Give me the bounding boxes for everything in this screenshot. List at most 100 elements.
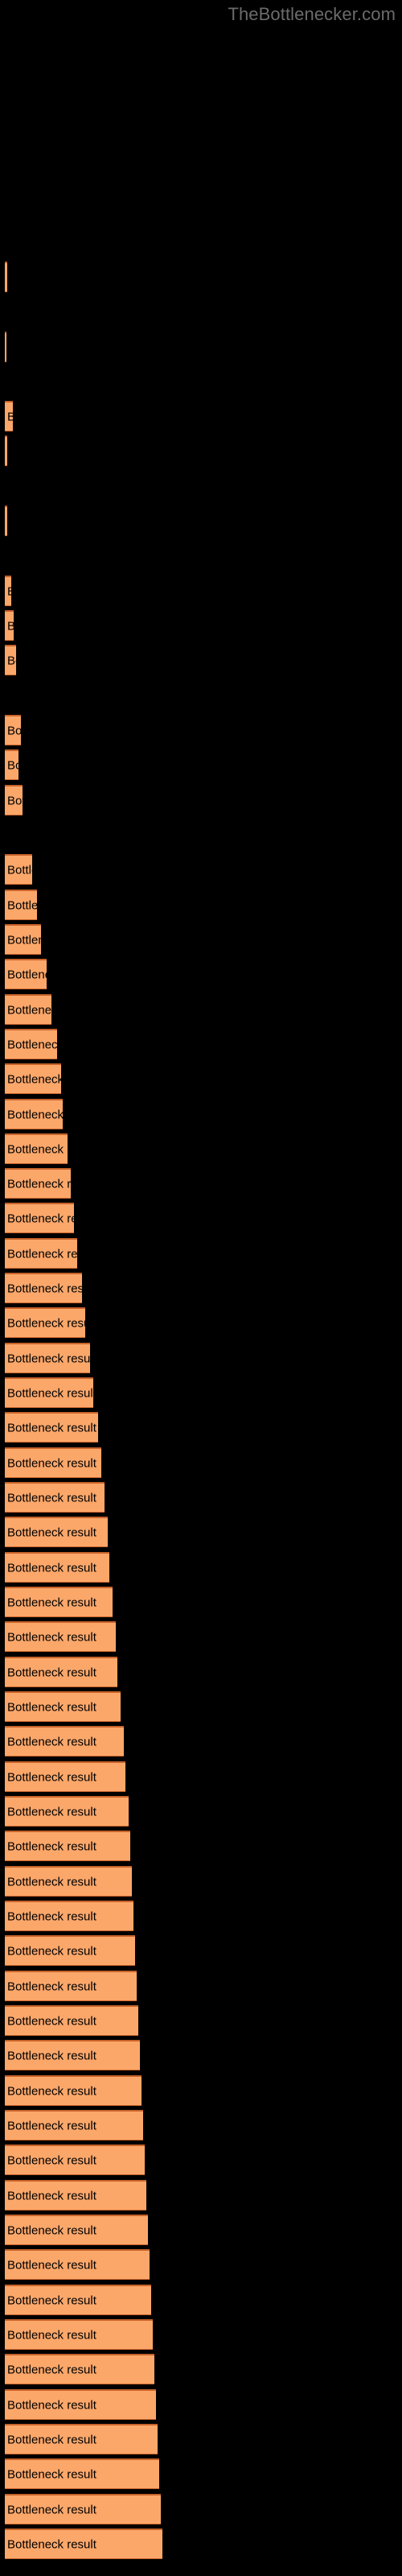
bar[interactable]: Bottleneck result [5,1866,132,1897]
bar-row: Bottleneck result [0,1412,402,1443]
bar-label: Bottleneck result [7,2503,96,2516]
bar[interactable]: Bottleneck result [5,1307,85,1338]
bar[interactable]: Bottleneck result [5,785,23,815]
bar-row: Bottleneck result [0,2110,402,2140]
bar[interactable]: Bottleneck result [5,1203,74,1233]
bar[interactable]: Bottleneck result [5,262,7,292]
bar-row: Bottleneck result [0,2145,402,2175]
bar-label: Bottleneck result [7,1177,71,1191]
bar-label: Bottleneck result [7,758,18,772]
bar[interactable]: Bottleneck result [5,1099,63,1129]
bar[interactable]: Bottleneck result [5,1552,109,1583]
bar[interactable]: Bottleneck result [5,2285,151,2315]
bar[interactable]: Bottleneck result [5,2354,154,2384]
bar[interactable]: Bottleneck result [5,1796,129,1827]
bar[interactable]: Bottleneck result [5,2458,159,2489]
bar-label: Bottleneck result [7,1666,96,1679]
bar[interactable]: Bottleneck result [5,1377,93,1408]
bar-label: Bottleneck result [7,2084,96,2098]
bar[interactable]: Bottleneck result [5,1831,130,1861]
bar[interactable]: Bottleneck result [5,1063,61,1094]
bar-row: Bottleneck result [0,645,402,675]
bar[interactable]: Bottleneck result [5,854,32,885]
bar[interactable]: Bottleneck result [5,1761,125,1792]
bar-row: Bottleneck result [0,715,402,745]
bar[interactable]: Bottleneck result [5,506,7,536]
bar[interactable]: Bottleneck result [5,2249,150,2280]
bar-row: Bottleneck result [0,1726,402,1757]
bar[interactable]: Bottleneck result [5,2005,138,2036]
bar-label: Bottleneck result [7,1282,82,1295]
bar-row: Bottleneck result [0,1482,402,1513]
bar[interactable]: Bottleneck result [5,924,41,955]
bar[interactable]: Bottleneck result [5,610,14,641]
bar[interactable]: Bottleneck result [5,2389,156,2420]
bar[interactable]: Bottleneck result [5,1238,77,1269]
bar[interactable]: Bottleneck result [5,2040,140,2070]
bar-label: Bottleneck result [7,1525,96,1539]
bar[interactable]: Bottleneck result [5,2110,143,2140]
bar-label: Bottleneck result [7,2014,96,2028]
bar[interactable]: Bottleneck result [5,1412,98,1443]
bar[interactable]: Bottleneck result [5,994,51,1025]
bar[interactable]: Bottleneck result [5,1657,117,1687]
bar[interactable]: Bottleneck result [5,1168,71,1199]
bar[interactable]: Bottleneck result [5,1691,121,1722]
bar[interactable]: Bottleneck result [5,1587,113,1617]
bar[interactable]: Bottleneck result [5,959,47,989]
bar[interactable]: Bottleneck result [5,1726,124,1757]
bar-label: Bottleneck result [7,1909,96,1923]
bar-label: Bottleneck result [7,1770,96,1784]
bar-row: Bottleneck result [0,2389,402,2420]
bar[interactable]: Bottleneck result [5,749,18,780]
bar[interactable]: Bottleneck result [5,890,37,920]
bar[interactable]: Bottleneck result [5,2145,145,2175]
bar[interactable]: Bottleneck result [5,1517,108,1547]
bar[interactable]: Bottleneck result [5,436,7,466]
bar-row: Bottleneck result [0,1133,402,1164]
bar-row: Bottleneck result [0,1691,402,1722]
bar-row: Bottleneck result [0,1447,402,1478]
bar-row: Bottleneck result [0,262,402,292]
bar-label: Bottleneck result [7,584,11,598]
bar-row: Bottleneck result [0,2529,402,2559]
bar-label: Bottleneck result [7,968,47,981]
bar-label: Bottleneck result [7,2293,96,2307]
bar-label: Bottleneck result [7,1456,96,1470]
bar-row: Bottleneck result [0,749,402,780]
bar[interactable]: Bottleneck result [5,1901,133,1931]
bar[interactable]: Bottleneck result [5,332,6,362]
bar[interactable]: Bottleneck result [5,2319,153,2350]
bar[interactable]: Bottleneck result [5,1343,90,1373]
page-root: TheBottlenecker.com Bottleneck resultBot… [0,0,402,2576]
bar-row: Bottleneck result [0,2494,402,2524]
bar-row: Bottleneck result [0,2285,402,2315]
bar[interactable]: Bottleneck result [5,2215,148,2245]
bar-row: Bottleneck result [0,959,402,989]
bar[interactable]: Bottleneck result [5,2075,142,2106]
bar[interactable]: Bottleneck result [5,1447,101,1478]
bar[interactable]: Bottleneck result [5,1273,82,1303]
bar[interactable]: Bottleneck result [5,1935,135,1966]
bar[interactable]: Bottleneck result [5,576,11,606]
bar[interactable]: Bottleneck result [5,1133,68,1164]
bar[interactable]: Bottleneck result [5,1621,116,1652]
bar-label: Bottleneck result [7,794,23,807]
bar-row: Bottleneck result [0,1168,402,1199]
bar-row: Bottleneck result [0,1307,402,1338]
bar[interactable]: Bottleneck result [5,715,21,745]
bar[interactable]: Bottleneck result [5,1482,105,1513]
bar[interactable]: Bottleneck result [5,401,13,431]
bar-label: Bottleneck result [7,1979,96,1993]
bar-row: Bottleneck result [0,854,402,885]
bar[interactable]: Bottleneck result [5,1029,57,1059]
bar[interactable]: Bottleneck result [5,2180,146,2211]
bar[interactable]: Bottleneck result [5,1971,137,2001]
bar[interactable]: Bottleneck result [5,2494,161,2524]
bar[interactable]: Bottleneck result [5,2424,158,2454]
bar[interactable]: Bottleneck result [5,2529,162,2559]
bar[interactable]: Bottleneck result [5,645,16,675]
bar-row: Bottleneck result [0,436,402,466]
bar-label: Bottleneck result [7,1108,63,1121]
bar-row: Bottleneck result [0,924,402,955]
